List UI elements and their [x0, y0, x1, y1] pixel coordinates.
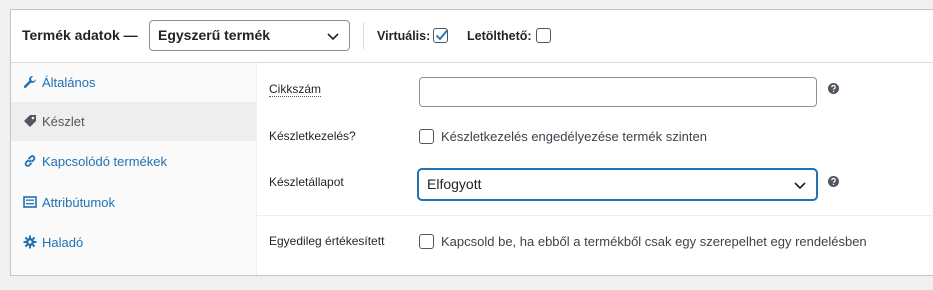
checkmark-icon	[435, 29, 448, 41]
sku-input[interactable]	[419, 77, 817, 107]
sold-individually-description: Kapcsold be, ha ebből a termékből csak e…	[441, 234, 867, 249]
panel-header: Termék adatok — Egyszerű termék Virtuáli…	[11, 10, 933, 63]
section-divider	[257, 215, 933, 216]
manage-stock-checkbox[interactable]	[419, 129, 434, 144]
manage-stock-description: Készletkezelés engedélyezése termék szin…	[441, 129, 707, 144]
wrench-icon	[23, 76, 36, 88]
tab-label: Kapcsolódó termékek	[42, 154, 168, 169]
gear-icon	[23, 235, 37, 249]
tab-advanced[interactable]: Haladó	[11, 223, 257, 262]
tab-inventory[interactable]: Készlet	[11, 102, 257, 141]
tab-linked-products[interactable]: Kapcsolódó termékek	[11, 142, 257, 181]
virtual-checkbox[interactable]	[433, 28, 448, 43]
header-divider	[363, 22, 364, 49]
sold-individually-checkbox[interactable]	[419, 234, 434, 249]
tab-general[interactable]: Általános	[11, 63, 257, 102]
stock-status-select[interactable]: Elfogyott	[418, 169, 817, 200]
tag-icon	[24, 115, 36, 127]
virtual-label: Virtuális:	[377, 29, 431, 43]
list-icon	[23, 196, 37, 208]
stock-status-label: Készletállapot	[269, 175, 344, 189]
help-icon[interactable]	[828, 83, 839, 94]
chevron-down-icon	[794, 182, 806, 190]
tab-label: Haladó	[42, 235, 84, 250]
help-icon[interactable]	[828, 176, 839, 187]
link-icon	[24, 155, 36, 167]
downloadable-label: Letölthető:	[467, 29, 532, 43]
tab-label: Általános	[42, 75, 96, 90]
panel-title: Termék adatok —	[22, 27, 138, 43]
downloadable-checkbox[interactable]	[536, 28, 551, 43]
stock-status-value: Elfogyott	[427, 176, 482, 192]
product-data-tabs: Általános Készlet Kapcsolódó termékek At…	[11, 63, 257, 275]
tab-label: Készlet	[42, 114, 85, 129]
tab-attributes[interactable]: Attribútumok	[11, 183, 257, 222]
product-type-value: Egyszerű termék	[158, 27, 271, 43]
chevron-down-icon	[327, 33, 339, 41]
product-type-select[interactable]: Egyszerű termék	[149, 20, 350, 51]
sold-individually-label: Egyedileg értékesített	[269, 234, 385, 248]
tab-label: Attribútumok	[42, 195, 115, 210]
sku-label: Cikkszám	[269, 82, 322, 97]
manage-stock-label: Készletkezelés?	[269, 129, 356, 143]
product-data-panel: Termék adatok — Egyszerű termék Virtuáli…	[10, 9, 933, 276]
